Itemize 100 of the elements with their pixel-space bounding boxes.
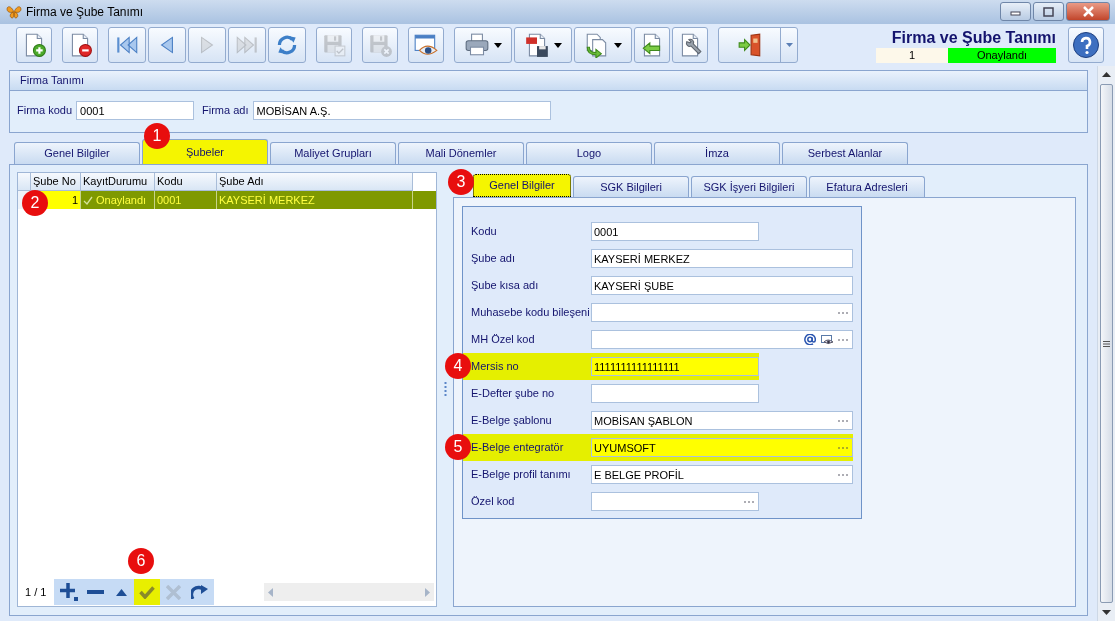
toolbar-button[interactable] <box>574 27 632 63</box>
ellipsis-icon[interactable] <box>838 338 848 341</box>
input-field[interactable] <box>591 384 759 403</box>
field-label: Muhasebe kodu bileşeni <box>471 305 591 321</box>
ellipsis-icon[interactable] <box>838 419 848 422</box>
input-field[interactable]: 1111111111111111 <box>591 357 759 376</box>
table-cell: KAYSERİ MERKEZ <box>217 191 413 209</box>
toolbar-button[interactable] <box>454 27 512 63</box>
step-marker: 4 <box>445 353 471 379</box>
close-button[interactable] <box>1066 2 1110 21</box>
input-field[interactable]: MOBİSAN A.Ş. <box>252 101 551 120</box>
toolbar-button[interactable] <box>408 27 444 63</box>
input-field[interactable]: 0001 <box>76 101 195 120</box>
cross-icon <box>165 584 181 600</box>
help-icon <box>1072 31 1100 59</box>
tab[interactable]: Logo <box>526 142 652 164</box>
table-cell: 0001 <box>155 191 217 209</box>
at-sign-icon[interactable] <box>804 334 816 345</box>
scroll-up-icon[interactable] <box>1102 72 1111 77</box>
caret-icon <box>785 43 793 47</box>
input-field[interactable]: KAYSERİ MERKEZ <box>591 249 853 268</box>
field-label: E-Defter şube no <box>471 386 556 402</box>
caret-icon <box>614 42 622 48</box>
toolbar-button[interactable] <box>634 27 670 63</box>
caret-icon <box>554 42 562 48</box>
toolbar-button[interactable] <box>16 27 52 63</box>
table-cell: Onaylandı <box>81 191 155 209</box>
input-field[interactable]: KAYSERİ ŞUBE <box>591 276 853 295</box>
check-icon <box>139 585 155 599</box>
field-label: Kodu <box>471 224 498 240</box>
input-field[interactable]: E BELGE PROFİL <box>591 465 853 484</box>
column-header[interactable]: Şube Adı <box>217 173 413 191</box>
input-field[interactable]: UYUMSOFT <box>591 438 853 457</box>
field-label: Mersis no <box>471 359 520 375</box>
column-header[interactable]: Şube No <box>31 173 81 191</box>
input-field[interactable]: 0001 <box>591 222 759 241</box>
tab[interactable]: Genel Bilgiler <box>473 174 571 197</box>
window-eye-icon[interactable] <box>821 334 833 345</box>
input-field[interactable] <box>591 303 853 322</box>
record-number: 1 <box>876 48 948 63</box>
scroll-down-icon[interactable] <box>1102 610 1111 615</box>
form-title: Firma ve Şube Tanımı <box>891 28 1056 47</box>
ellipsis-icon[interactable] <box>838 446 848 449</box>
triangle-up-icon <box>115 588 127 596</box>
ellipsis-icon[interactable] <box>744 500 754 503</box>
tab[interactable]: SGK Bilgileri <box>573 176 689 197</box>
printer-icon <box>464 32 490 58</box>
field-label: Şube adı <box>471 251 517 267</box>
caret-icon <box>494 42 502 48</box>
toolbar-button[interactable] <box>718 27 798 63</box>
status-label: Onaylandı <box>948 48 1056 63</box>
tab[interactable]: İmza <box>654 142 780 164</box>
window-title: Firma ve Şube Tanımı <box>26 4 144 21</box>
toolbar-button[interactable] <box>268 27 306 63</box>
field-label: E-Belge entegratör <box>471 440 565 456</box>
field-label: MH Özel kod <box>471 332 536 348</box>
ellipsis-icon[interactable] <box>838 473 848 476</box>
tab[interactable]: Genel Bilgiler <box>14 142 140 164</box>
window-eye-icon <box>413 32 439 58</box>
toolbar-button[interactable] <box>62 27 98 63</box>
field-label: Özel kod <box>471 494 516 510</box>
minimize-button[interactable] <box>1000 2 1031 21</box>
pdf-floppy-icon <box>524 32 550 58</box>
maximize-button[interactable] <box>1033 2 1064 21</box>
column-header[interactable]: KayıtDurumu <box>81 173 155 191</box>
step-marker: 6 <box>128 548 154 574</box>
step-marker: 2 <box>22 190 48 216</box>
input-field[interactable] <box>591 492 759 511</box>
field-label: Şube kısa adı <box>471 278 540 294</box>
plus-icon <box>60 583 78 601</box>
tab[interactable]: Serbest Alanlar <box>782 142 908 164</box>
butterfly-icon <box>6 4 22 20</box>
navigator-button[interactable] <box>134 579 160 605</box>
input-field[interactable]: MOBİSAN ŞABLON <box>591 411 853 430</box>
field-label: E-Belge profil tanımı <box>471 467 572 483</box>
tab[interactable]: Mali Dönemler <box>398 142 524 164</box>
maximize-icon <box>1041 6 1056 17</box>
vertical-scrollbar[interactable] <box>1097 66 1115 621</box>
step-marker: 3 <box>448 169 474 195</box>
minus-icon <box>86 590 104 594</box>
close-icon <box>1080 6 1096 17</box>
input-field[interactable] <box>591 330 853 349</box>
splitter-grip-icon <box>443 381 447 398</box>
toolbar-button[interactable] <box>672 27 708 63</box>
step-marker: 5 <box>445 434 471 460</box>
grip-icon[interactable] <box>1103 340 1110 347</box>
toolbar-button[interactable] <box>514 27 572 63</box>
floppy-check-icon <box>321 32 347 58</box>
tab[interactable]: SGK İşyeri Bilgileri <box>691 176 807 197</box>
record-position: 1 / 1 <box>24 584 48 600</box>
column-header[interactable]: Kodu <box>155 173 217 191</box>
tab[interactable]: Efatura Adresleri <box>809 176 925 197</box>
redo-icon <box>190 585 208 599</box>
panel-title: Firma Tanımı <box>20 73 84 89</box>
ellipsis-icon[interactable] <box>838 311 848 314</box>
field-label: Firma kodu <box>17 103 73 119</box>
field-label: E-Belge şablonu <box>471 413 553 429</box>
floppy-x-icon <box>367 32 393 58</box>
help-button[interactable] <box>1068 27 1104 63</box>
tab[interactable]: Maliyet Grupları <box>270 142 396 164</box>
